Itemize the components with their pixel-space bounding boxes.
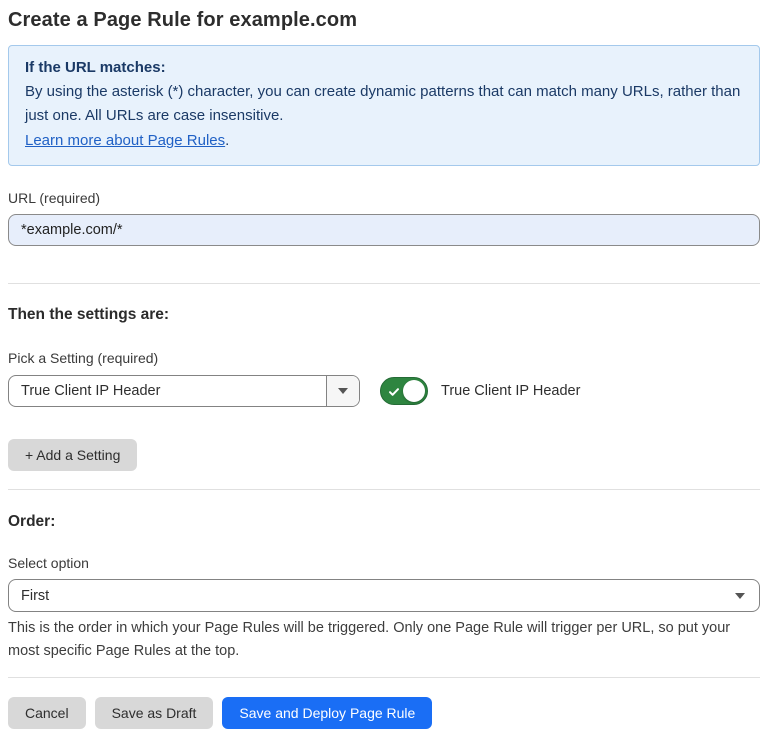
info-box-link-line: Learn more about Page Rules. xyxy=(25,128,743,153)
section-divider xyxy=(8,489,760,490)
setting-toggle-label: True Client IP Header xyxy=(441,383,580,399)
order-heading: Order: xyxy=(8,512,760,532)
url-field-label: URL (required) xyxy=(8,189,760,207)
order-select[interactable]: First xyxy=(8,579,760,612)
setting-toggle[interactable] xyxy=(380,377,428,405)
chevron-down-icon xyxy=(735,593,745,599)
save-deploy-button[interactable]: Save and Deploy Page Rule xyxy=(222,697,432,729)
info-box-body: By using the asterisk (*) character, you… xyxy=(25,80,743,128)
toggle-knob xyxy=(403,380,425,402)
add-setting-button[interactable]: + Add a Setting xyxy=(8,439,137,471)
save-draft-button[interactable]: Save as Draft xyxy=(95,697,214,729)
chevron-down-icon xyxy=(326,376,359,406)
select-option-label: Select option xyxy=(8,554,760,572)
cancel-button[interactable]: Cancel xyxy=(8,697,86,729)
action-button-row: Cancel Save as Draft Save and Deploy Pag… xyxy=(8,697,760,729)
info-box-heading: If the URL matches: xyxy=(25,56,743,80)
settings-heading: Then the settings are: xyxy=(8,305,760,325)
pick-setting-label: Pick a Setting (required) xyxy=(8,349,760,367)
setting-select-value: True Client IP Header xyxy=(9,383,326,399)
url-input[interactable] xyxy=(8,214,760,246)
check-icon xyxy=(388,385,400,397)
link-period: . xyxy=(225,132,229,149)
setting-row: True Client IP Header True Client IP Hea… xyxy=(8,375,760,407)
create-page-rule-form: Create a Page Rule for example.com If th… xyxy=(8,6,760,729)
url-match-info-box: If the URL matches: By using the asteris… xyxy=(8,45,760,166)
setting-select[interactable]: True Client IP Header xyxy=(8,375,360,407)
order-help-text: This is the order in which your Page Rul… xyxy=(8,617,753,663)
page-title: Create a Page Rule for example.com xyxy=(8,6,760,34)
learn-more-link[interactable]: Learn more about Page Rules xyxy=(25,132,225,149)
section-divider xyxy=(8,677,760,678)
section-divider xyxy=(8,283,760,284)
order-select-value: First xyxy=(9,588,735,604)
